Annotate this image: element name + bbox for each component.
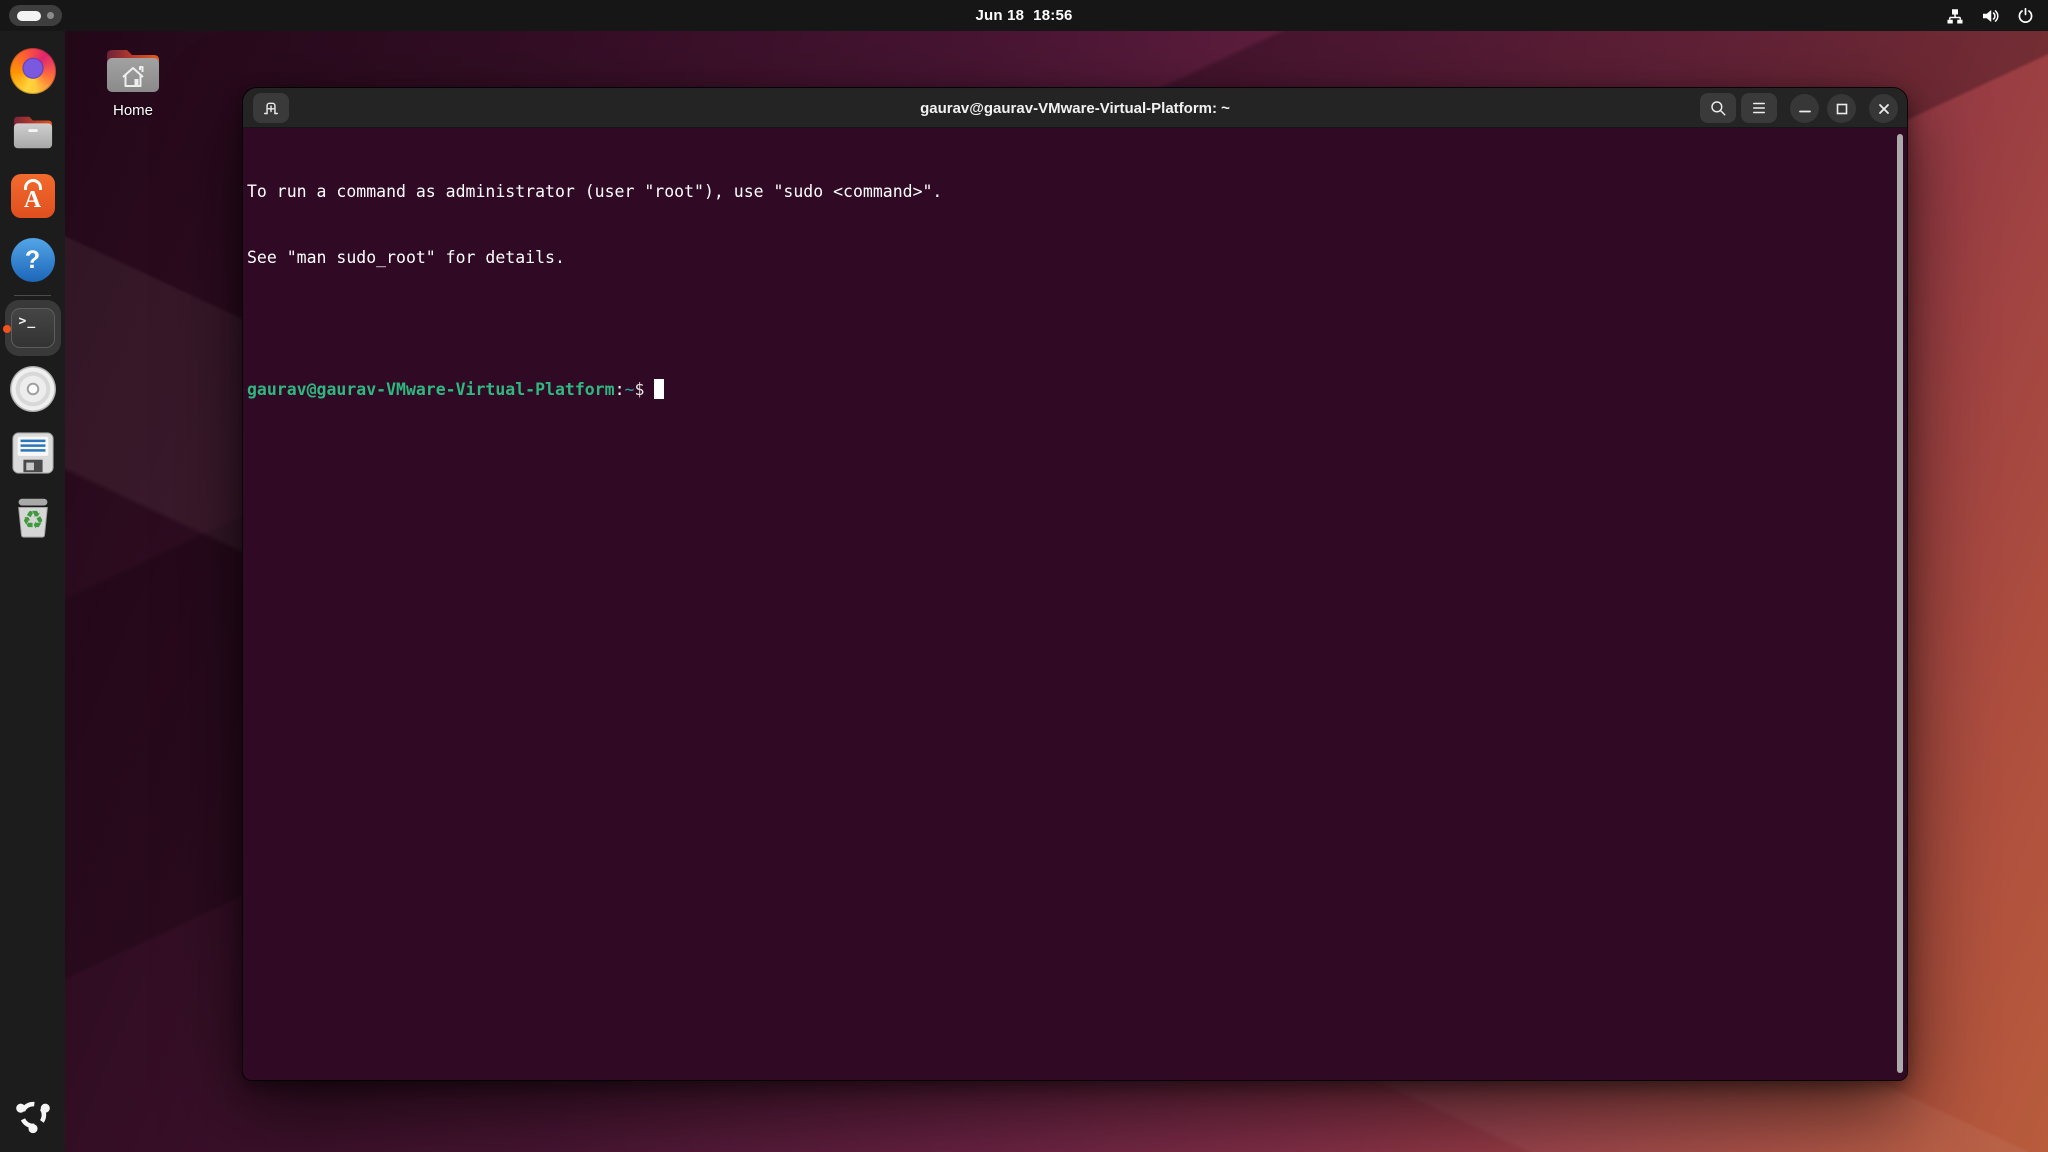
- terminal-prompt-glyph: >_: [18, 314, 37, 329]
- home-folder-icon: [107, 50, 159, 92]
- recycle-symbol: ♻: [21, 507, 43, 535]
- bag-handle: [23, 179, 42, 190]
- home-folder-label: Home: [112, 102, 153, 119]
- prompt-dollar: $: [634, 380, 645, 399]
- help-icon: ?: [10, 238, 55, 282]
- terminal-scrollbar[interactable]: [1897, 134, 1903, 1073]
- active-app-highlight: >_: [4, 300, 61, 356]
- search-button[interactable]: [1700, 93, 1736, 123]
- terminal-line: To run a command as administrator (user …: [247, 182, 943, 201]
- terminal-cursor: [654, 379, 665, 399]
- top-bar: Jun 18 18:56: [0, 0, 2048, 31]
- system-status-area[interactable]: [1946, 0, 2034, 31]
- terminal-output-area[interactable]: To run a command as administrator (user …: [244, 129, 1906, 1079]
- search-icon: [1711, 101, 1726, 116]
- dock-item-floppy-disk[interactable]: [0, 430, 65, 476]
- dock-item-firefox[interactable]: [0, 48, 65, 94]
- minimize-icon: [1798, 110, 1811, 112]
- window-titlebar[interactable]: gaurav@gaurav-VMware-Virtual-Platform: ~: [243, 88, 1907, 128]
- network-wired-icon[interactable]: [1946, 7, 1964, 25]
- app-center-icon: A: [10, 174, 55, 218]
- trash-bin-icon: ♻: [17, 498, 48, 538]
- prompt-colon: :: [614, 380, 625, 399]
- files-folder-icon: [13, 116, 52, 149]
- desktop-home-folder[interactable]: Home: [98, 44, 168, 119]
- dock-item-app-center[interactable]: A: [0, 174, 65, 218]
- new-tab-button[interactable]: [253, 93, 289, 123]
- close-button[interactable]: [1869, 94, 1898, 123]
- minimize-button[interactable]: [1790, 94, 1819, 123]
- floppy-disk-icon: [11, 432, 54, 474]
- terminal-prompt-line: gaurav@gaurav-VMware-Virtual-Platform:~$: [247, 379, 1892, 401]
- clock-time: 18:56: [1033, 7, 1073, 24]
- clock-date: Jun 18: [975, 7, 1025, 24]
- terminal-icon: >_: [10, 308, 55, 348]
- running-indicator-dot: [3, 325, 11, 333]
- prompt-path: ~: [624, 380, 635, 399]
- terminal-line: See "man sudo_root" for details.: [247, 248, 565, 267]
- dock-item-help[interactable]: ?: [0, 238, 65, 282]
- window-title: gaurav@gaurav-VMware-Virtual-Platform: ~: [920, 99, 1230, 117]
- terminal-window: gaurav@gaurav-VMware-Virtual-Platform: ~: [242, 87, 1908, 1081]
- close-icon: [1878, 103, 1889, 114]
- maximize-icon: [1836, 103, 1847, 114]
- hamburger-menu-icon: [1753, 102, 1765, 114]
- show-apps-button[interactable]: [0, 1093, 65, 1137]
- ubuntu-logo-icon: [11, 1093, 55, 1137]
- dock-separator: [14, 295, 51, 296]
- dock-item-trash[interactable]: ♻: [0, 494, 65, 540]
- dock: A ? >_ ♻: [0, 31, 65, 1152]
- dock-item-files[interactable]: [0, 111, 65, 153]
- firefox-icon: [9, 48, 56, 94]
- help-question-mark: ?: [24, 245, 41, 274]
- maximize-button[interactable]: [1827, 94, 1856, 123]
- menu-button[interactable]: [1741, 93, 1777, 123]
- dock-item-terminal[interactable]: >_: [0, 300, 65, 356]
- clock[interactable]: Jun 18 18:56: [0, 0, 2048, 31]
- app-center-letter: A: [23, 186, 42, 213]
- disc-icon: [9, 366, 56, 412]
- volume-icon[interactable]: [1981, 7, 2000, 25]
- dock-item-media-player[interactable]: [0, 366, 65, 412]
- prompt-user-host: gaurav@gaurav-VMware-Virtual-Platform: [247, 380, 615, 399]
- new-tab-icon: [264, 102, 278, 115]
- power-icon[interactable]: [2017, 7, 2034, 24]
